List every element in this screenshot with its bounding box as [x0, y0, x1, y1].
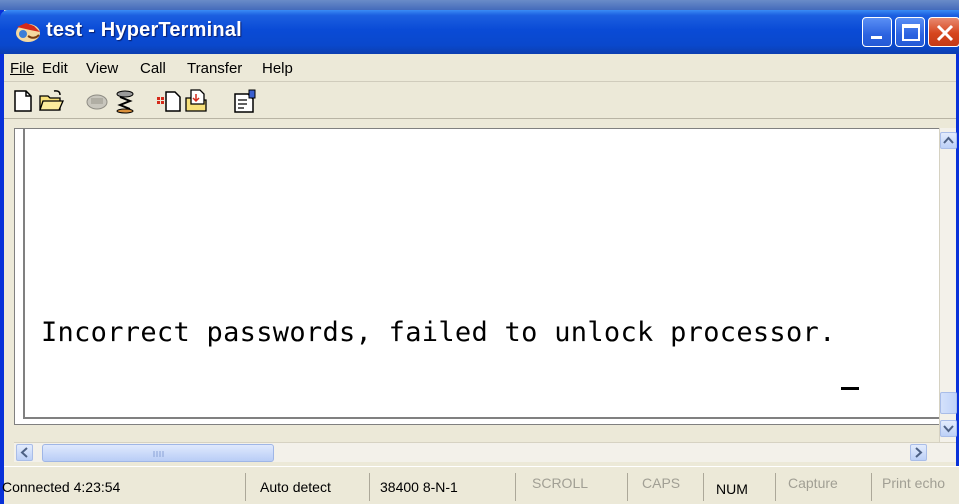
menu-help-label: Help: [262, 60, 293, 77]
chevron-down-icon: [943, 425, 954, 433]
menu-transfer[interactable]: Transfer: [187, 60, 242, 77]
minimize-icon: [871, 36, 882, 39]
scroll-right-button[interactable]: [910, 444, 927, 461]
title-bar[interactable]: test - HyperTerminal: [0, 10, 959, 54]
scroll-up-button[interactable]: [940, 132, 957, 149]
menu-file-label: File: [10, 60, 35, 77]
receive-icon[interactable]: [184, 88, 210, 114]
vertical-scroll-thumb[interactable]: [940, 392, 957, 414]
maximize-icon: [902, 24, 920, 41]
menu-edit-label: Edit: [42, 60, 68, 77]
minimize-button[interactable]: [862, 17, 892, 47]
scroll-down-button[interactable]: [940, 420, 957, 437]
hyperterminal-app-icon: [16, 23, 40, 42]
status-auto-detect: Auto detect: [254, 473, 370, 501]
menu-transfer-label: Transfer: [187, 60, 243, 77]
horizontal-scroll-thumb[interactable]: [42, 444, 274, 462]
scroll-left-button[interactable]: [16, 444, 33, 461]
terminal-bottom-border: [23, 417, 940, 419]
close-button[interactable]: [928, 17, 959, 47]
close-icon: [936, 24, 954, 42]
maximize-button[interactable]: [895, 17, 925, 47]
vertical-scrollbar[interactable]: [939, 128, 957, 442]
status-capture: Capture: [780, 473, 872, 501]
menu-call-label: Call: [140, 60, 166, 77]
status-print-echo: Print echo: [882, 475, 946, 491]
chevron-up-icon: [943, 136, 954, 144]
menu-file[interactable]: File: [10, 60, 34, 77]
menu-call[interactable]: Call: [140, 60, 166, 77]
window-title: test - HyperTerminal: [46, 19, 242, 41]
send-icon[interactable]: [156, 88, 182, 114]
terminal-output-text: Incorrect passwords, failed to unlock pr…: [41, 317, 836, 348]
status-scroll: SCROLL: [520, 473, 628, 501]
grip-icon: [153, 451, 164, 457]
menu-edit[interactable]: Edit: [42, 60, 68, 77]
new-document-icon[interactable]: [10, 88, 36, 114]
toolbar: [4, 83, 956, 119]
status-port-settings: 38400 8-N-1: [374, 473, 516, 501]
terminal-left-border: [23, 129, 25, 417]
hyperterminal-window: test - HyperTerminal File Edit View Call…: [0, 10, 959, 504]
call-icon[interactable]: [84, 88, 110, 114]
disconnect-icon[interactable]: [112, 88, 138, 114]
status-caps: CAPS: [632, 473, 704, 501]
properties-icon[interactable]: [232, 88, 258, 114]
horizontal-scrollbar[interactable]: [14, 442, 956, 462]
status-connected: Connected 4:23:54: [2, 473, 246, 501]
menu-view-label: View: [86, 60, 119, 77]
terminal-cursor: [841, 387, 859, 390]
status-num: NUM: [708, 473, 776, 501]
menu-help[interactable]: Help: [262, 60, 293, 77]
menu-view[interactable]: View: [86, 60, 118, 77]
menu-bar: File Edit View Call Transfer Help: [4, 54, 956, 82]
terminal-display[interactable]: Incorrect passwords, failed to unlock pr…: [14, 128, 940, 425]
status-bar: Connected 4:23:54 Auto detect 38400 8-N-…: [2, 466, 959, 504]
open-folder-icon[interactable]: [38, 88, 64, 114]
chevron-right-icon: [915, 447, 923, 458]
chevron-left-icon: [20, 447, 28, 458]
